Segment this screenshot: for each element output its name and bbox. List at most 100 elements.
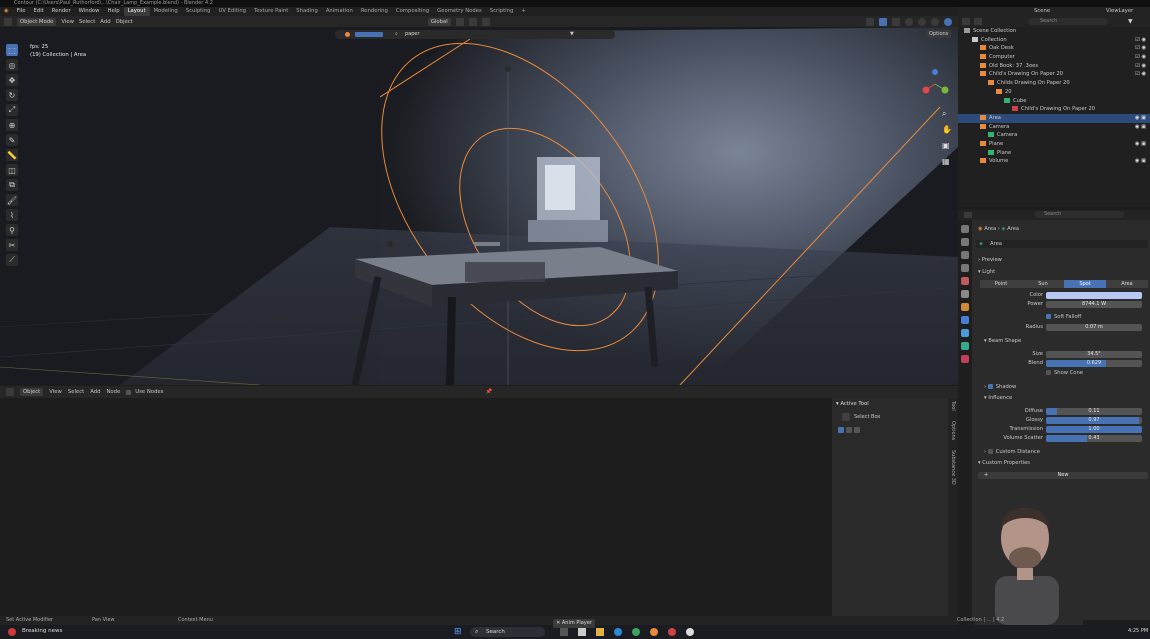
shader-type-dropdown[interactable]: Object xyxy=(20,388,44,396)
file-manager-icon[interactable] xyxy=(578,628,586,636)
world-properties-icon[interactable] xyxy=(961,290,969,298)
menu-help[interactable]: Help xyxy=(104,7,124,16)
workspace-tab-shading[interactable]: Shading xyxy=(292,7,322,16)
blender-taskbar-icon[interactable] xyxy=(650,628,658,636)
outliner-visibility-toggles[interactable]: ☑ ◉ xyxy=(1135,62,1146,71)
tool-properties-icon[interactable] xyxy=(961,225,969,233)
panel-influence[interactable]: ▾ Influence xyxy=(984,395,1012,401)
show-cone-checkbox[interactable] xyxy=(1046,370,1051,375)
chrome-browser-icon[interactable] xyxy=(632,628,640,636)
light-type-spot[interactable]: Spot xyxy=(1064,280,1106,288)
workspace-tab-texture-paint[interactable]: Texture Paint xyxy=(250,7,292,16)
view-layer-selector[interactable]: ViewLayer xyxy=(1106,7,1133,16)
outliner-row[interactable]: Computer ☑ ◉ xyxy=(958,53,1150,62)
news-widget-icon[interactable] xyxy=(8,628,16,636)
outliner-editor-type-icon[interactable] xyxy=(962,18,970,25)
taskbar-search-box[interactable]: ⌕ Search xyxy=(470,627,545,637)
outliner-row[interactable]: Plane xyxy=(958,149,1150,158)
bisect-tool-icon[interactable]: ⟋ xyxy=(6,254,18,266)
knife-tool-icon[interactable]: ✂ xyxy=(6,239,18,251)
viewport-menu-add[interactable]: Add xyxy=(100,19,110,25)
viewport-menu-select[interactable]: Select xyxy=(79,19,95,25)
overlay-icon[interactable] xyxy=(879,17,887,26)
select-box-tool-icon[interactable] xyxy=(842,413,850,421)
outliner-row[interactable]: Child's Drawing On Paper 20 ☑ ◉ xyxy=(958,70,1150,79)
brush-tool-icon[interactable]: 🖌 xyxy=(6,194,18,206)
outliner-row[interactable]: Camera xyxy=(958,131,1150,140)
workspace-tab-geometry-nodes[interactable]: Geometry Nodes xyxy=(433,7,486,16)
outliner-visibility-toggles[interactable]: ☑ ◉ xyxy=(1135,36,1146,45)
filter-type-icons[interactable] xyxy=(355,32,383,37)
workspace-tab-animation[interactable]: Animation xyxy=(322,7,357,16)
task-view-icon[interactable] xyxy=(560,628,568,636)
menu-render[interactable]: Render xyxy=(48,7,75,16)
outliner-visibility-toggles[interactable]: ◉ ▣ xyxy=(1135,123,1146,132)
panel-custom-properties[interactable]: ▾ Custom Properties xyxy=(978,460,1030,466)
node-menu-add[interactable]: Add xyxy=(90,389,100,395)
scale-tool-icon[interactable]: ⤢ xyxy=(6,104,18,116)
outliner-visibility-toggles[interactable]: ◉ ▣ xyxy=(1135,114,1146,123)
blender-logo-icon[interactable]: ◉ xyxy=(0,7,13,16)
outliner-visibility-toggles[interactable]: ◉ ▣ xyxy=(1135,157,1146,166)
new-property-button[interactable]: + New xyxy=(978,472,1148,479)
properties-search-input[interactable]: Search xyxy=(1034,211,1124,218)
workspace-tab-rendering[interactable]: Rendering xyxy=(357,7,392,16)
panel-preview[interactable]: › Preview xyxy=(978,257,1002,263)
datablock-selector[interactable]: ◈ Area xyxy=(976,240,1148,248)
cursor-tool-icon[interactable]: ◎ xyxy=(6,59,18,71)
workspace-tab-compositing[interactable]: Compositing xyxy=(392,7,433,16)
extrude-tool-icon[interactable]: ⧉ xyxy=(6,179,18,191)
transform-tool-icon[interactable]: ⊕ xyxy=(6,119,18,131)
node-editor-type-icon[interactable] xyxy=(6,388,14,396)
physics-properties-icon[interactable] xyxy=(961,316,969,324)
scene-selector[interactable]: Scene xyxy=(1034,7,1050,16)
light-type-area[interactable]: Area xyxy=(1106,280,1148,288)
outliner-row[interactable]: Collection ☑ ◉ xyxy=(958,36,1150,45)
mode-dropdown[interactable]: Object Mode xyxy=(17,17,57,26)
pivot-icon[interactable] xyxy=(455,17,464,26)
shading-material-icon[interactable] xyxy=(931,17,939,26)
transform-orientation-dropdown[interactable]: Global xyxy=(427,17,451,26)
add-workspace-button[interactable]: + xyxy=(517,7,529,16)
viewport-search-input[interactable]: paper xyxy=(405,31,420,37)
menu-edit[interactable]: Edit xyxy=(30,7,48,16)
outliner-row[interactable]: Child's Drawing On Paper 20 xyxy=(958,105,1150,114)
camera-view-icon[interactable]: ▣ xyxy=(942,141,950,150)
menu-file[interactable]: File xyxy=(13,7,30,16)
paint-tool-icon[interactable]: ⚲ xyxy=(6,224,18,236)
select-mode-extend-icon[interactable] xyxy=(846,427,852,433)
render-properties-icon[interactable] xyxy=(961,238,969,246)
soft-falloff-row[interactable]: Soft Falloff xyxy=(1046,314,1081,320)
workspace-tab-sculpting[interactable]: Sculpting xyxy=(182,7,215,16)
filter-icon[interactable]: ▼ xyxy=(570,31,574,37)
soft-falloff-checkbox[interactable] xyxy=(1046,314,1051,319)
filter-object-icon[interactable] xyxy=(345,32,350,37)
properties-editor-type-icon[interactable] xyxy=(964,212,972,218)
outliner-visibility-toggles[interactable]: ☑ ◉ xyxy=(1135,70,1146,79)
editor-type-icon[interactable] xyxy=(4,17,12,26)
shadow-checkbox[interactable] xyxy=(987,384,993,389)
workspace-tab-layout[interactable]: Layout xyxy=(123,7,150,16)
select-mode-subtract-icon[interactable] xyxy=(854,427,860,433)
outliner-row[interactable]: Childs Drawing On Paper 20 xyxy=(958,79,1150,88)
outliner-row[interactable]: 20 xyxy=(958,88,1150,97)
viewport-menu-view[interactable]: View xyxy=(61,19,74,25)
node-menu-node[interactable]: Node xyxy=(106,389,120,395)
glossy-slider[interactable]: 0.97 xyxy=(1046,417,1142,424)
scene-properties-icon[interactable] xyxy=(961,277,969,285)
outliner-row[interactable]: Scene Collection xyxy=(958,27,1150,36)
tab-tool[interactable]: Tool xyxy=(950,401,956,411)
select-tool-icon[interactable]: ⬚ xyxy=(6,44,18,56)
outliner-visibility-toggles[interactable]: ☑ ◉ xyxy=(1135,44,1146,53)
light-color-swatch[interactable] xyxy=(1046,292,1142,299)
custom-distance-checkbox[interactable] xyxy=(987,449,993,454)
outliner-row[interactable]: Camera ◉ ▣ xyxy=(958,123,1150,132)
node-menu-select[interactable]: Select xyxy=(68,389,84,395)
use-nodes-checkbox[interactable] xyxy=(126,389,132,395)
outliner-filter-icon[interactable]: ▼ xyxy=(1128,18,1133,25)
system-clock[interactable]: 4:25 PM xyxy=(1128,628,1148,634)
tab-substance-3d[interactable]: Substance 3D xyxy=(950,450,956,485)
shading-wireframe-icon[interactable] xyxy=(905,17,913,26)
node-editor-canvas[interactable] xyxy=(0,398,830,616)
windows-start-icon[interactable]: ⊞ xyxy=(454,628,463,637)
